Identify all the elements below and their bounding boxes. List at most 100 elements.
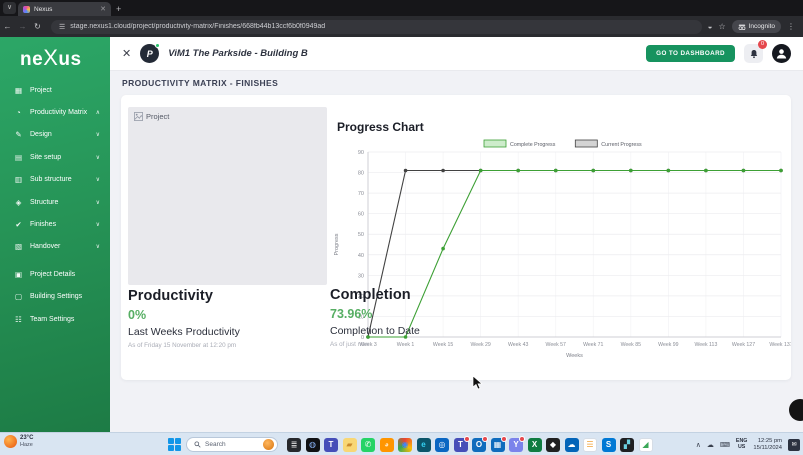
back-button[interactable]: ← bbox=[0, 22, 15, 31]
photos-icon[interactable]: ▞ bbox=[620, 438, 634, 452]
sidebar-item-building-settings[interactable]: ▢Building Settings bbox=[0, 286, 110, 308]
edge-icon[interactable]: e bbox=[417, 438, 431, 452]
chevron-down-icon: ∨ bbox=[96, 243, 100, 250]
start-button[interactable] bbox=[168, 438, 181, 451]
chevron-down-icon: ∨ bbox=[96, 176, 100, 183]
app-header: ✕ P ViM1 The Parkside - Building B GO TO… bbox=[110, 37, 803, 71]
new-tab-button[interactable]: + bbox=[116, 4, 121, 14]
svg-text:70: 70 bbox=[358, 191, 364, 197]
chevron-down-icon: ∨ bbox=[96, 221, 100, 228]
badge-dot bbox=[464, 436, 470, 442]
close-icon[interactable]: ✕ bbox=[122, 47, 131, 60]
excel-icon[interactable]: X bbox=[528, 438, 542, 452]
reload-button[interactable]: ↻ bbox=[30, 22, 45, 31]
svg-text:Week 127: Week 127 bbox=[732, 342, 755, 348]
completion-value: 73.96% bbox=[330, 307, 520, 321]
search-placeholder: Search bbox=[205, 441, 259, 448]
sidebar-item-sub-structure[interactable]: ▥Sub structure∨ bbox=[0, 169, 110, 191]
document-icon: ▥ bbox=[14, 175, 23, 184]
bookmark-star-icon[interactable]: ☆ bbox=[718, 22, 725, 31]
productivity-stat: Productivity 0% Last Weeks Productivity … bbox=[128, 288, 328, 349]
svg-text:60: 60 bbox=[358, 212, 364, 218]
tray-keyboard-icon[interactable]: ⌨ bbox=[720, 441, 730, 449]
badge-dot bbox=[519, 436, 525, 442]
document-icon: ▧ bbox=[14, 242, 23, 251]
sidebar-item-finishes[interactable]: ✔Finishes∨ bbox=[0, 213, 110, 235]
chrome-icon[interactable]: ◉ bbox=[398, 438, 412, 452]
sidebar-nav: ▦Project ◔Productivity Matrix∧ ✎Design∨ … bbox=[0, 79, 110, 330]
analytics-icon[interactable]: ◢ bbox=[639, 438, 653, 452]
taskbar-search[interactable]: Search bbox=[186, 437, 278, 452]
sidebar-item-project-details[interactable]: ▣Project Details bbox=[0, 263, 110, 285]
sidebar-item-handover[interactable]: ▧Handover∨ bbox=[0, 236, 110, 258]
chart-title: Progress Chart bbox=[337, 120, 424, 134]
calendar-icon[interactable]: ▦ bbox=[491, 438, 505, 452]
svg-text:40: 40 bbox=[358, 253, 364, 259]
sidebar-item-project[interactable]: ▦Project bbox=[0, 79, 110, 101]
yammer-icon[interactable]: Y bbox=[509, 438, 523, 452]
nexus-logo: neXus bbox=[20, 45, 82, 71]
dark-circle-app-icon[interactable]: ◍ bbox=[306, 438, 320, 452]
firefox-icon[interactable]: ◕ bbox=[380, 438, 394, 452]
site-info-icon[interactable]: ☰ bbox=[59, 23, 65, 31]
whatsapp-icon[interactable]: ✆ bbox=[361, 438, 375, 452]
language-switcher[interactable]: ENGUS bbox=[736, 439, 747, 451]
notification-center-icon[interactable]: ✉ bbox=[788, 439, 800, 451]
svg-text:Week 113: Week 113 bbox=[694, 342, 717, 348]
extensions-icon[interactable]: ◒ bbox=[708, 22, 713, 31]
skype-icon[interactable]: S bbox=[602, 438, 616, 452]
productivity-title: Productivity bbox=[128, 288, 328, 304]
broken-image-icon bbox=[134, 112, 143, 121]
list-app-icon[interactable]: ☰ bbox=[583, 438, 597, 452]
project-icon: ▦ bbox=[14, 86, 23, 95]
notepad-icon[interactable]: ≣ bbox=[287, 438, 301, 452]
completion-asof: As of just now bbox=[330, 341, 520, 348]
person-icon bbox=[775, 47, 788, 60]
sidebar-item-design[interactable]: ✎Design∨ bbox=[0, 124, 110, 146]
weather-icon bbox=[4, 435, 17, 448]
user-avatar[interactable] bbox=[772, 44, 791, 63]
sidebar-item-productivity-matrix[interactable]: ◔Productivity Matrix∧ bbox=[0, 101, 110, 123]
svg-text:Complete Progress: Complete Progress bbox=[510, 142, 556, 148]
store-app-icon[interactable]: ◆ bbox=[546, 438, 560, 452]
browser-menu-icon[interactable]: ⋮ bbox=[787, 22, 795, 31]
sidebar-item-structure[interactable]: ◈Structure∨ bbox=[0, 191, 110, 213]
outlook-icon[interactable]: O bbox=[472, 438, 486, 452]
bell-icon bbox=[749, 49, 759, 59]
forward-button[interactable]: → bbox=[15, 22, 30, 31]
blue-circle-app-icon[interactable]: ◎ bbox=[435, 438, 449, 452]
tray-chevron-icon[interactable]: ∧ bbox=[696, 441, 701, 449]
weather-widget[interactable]: 23°C Haze bbox=[4, 435, 33, 448]
chevron-up-icon: ∧ bbox=[96, 109, 100, 116]
screen: ∨ Nexus ✕ + ← → ↻ ☰ stage.nexus1.cloud/p… bbox=[0, 0, 803, 455]
svg-text:Weeks: Weeks bbox=[566, 353, 583, 359]
browser-tab[interactable]: Nexus ✕ bbox=[18, 2, 111, 16]
svg-text:90: 90 bbox=[358, 150, 364, 156]
tray-cloud-icon[interactable]: ☁ bbox=[707, 441, 714, 449]
svg-text:Week 99: Week 99 bbox=[658, 342, 678, 348]
incognito-label: Incognito bbox=[749, 23, 775, 30]
notifications-button[interactable]: 0 bbox=[744, 44, 763, 63]
go-to-dashboard-button[interactable]: GO TO DASHBOARD bbox=[646, 45, 735, 62]
tab-close-icon[interactable]: ✕ bbox=[100, 5, 106, 13]
app-content: ✕ P ViM1 The Parkside - Building B GO TO… bbox=[110, 37, 803, 432]
browser-toolbar: ← → ↻ ☰ stage.nexus1.cloud/project/produ… bbox=[0, 16, 803, 37]
clock[interactable]: 12:25 pm 15/11/2024 bbox=[753, 438, 782, 452]
toolbar-right: ◒ ☆ Incognito ⋮ bbox=[708, 20, 803, 33]
address-bar[interactable]: ☰ stage.nexus1.cloud/project/productivit… bbox=[51, 20, 702, 34]
onedrive-icon[interactable]: ☁ bbox=[565, 438, 579, 452]
sidebar-item-team-settings[interactable]: ☷Team Settings bbox=[0, 308, 110, 330]
incognito-icon bbox=[738, 23, 746, 31]
tab-title: Nexus bbox=[34, 6, 96, 13]
completion-label: Completion to Date bbox=[330, 325, 520, 337]
tab-search-button[interactable]: ∨ bbox=[3, 2, 16, 14]
document-icon: ▤ bbox=[14, 153, 23, 162]
file-explorer-icon[interactable]: ▰ bbox=[343, 438, 357, 452]
sidebar-item-site-setup[interactable]: ▤Site setup∨ bbox=[0, 146, 110, 168]
teams-notify-icon[interactable]: T bbox=[454, 438, 468, 452]
svg-text:50: 50 bbox=[358, 232, 364, 238]
shield-icon: ◈ bbox=[14, 198, 23, 207]
project-avatar: P bbox=[140, 44, 159, 63]
completion-stat: Completion 73.96% Completion to Date As … bbox=[330, 287, 520, 348]
teams-icon[interactable]: T bbox=[324, 438, 338, 452]
